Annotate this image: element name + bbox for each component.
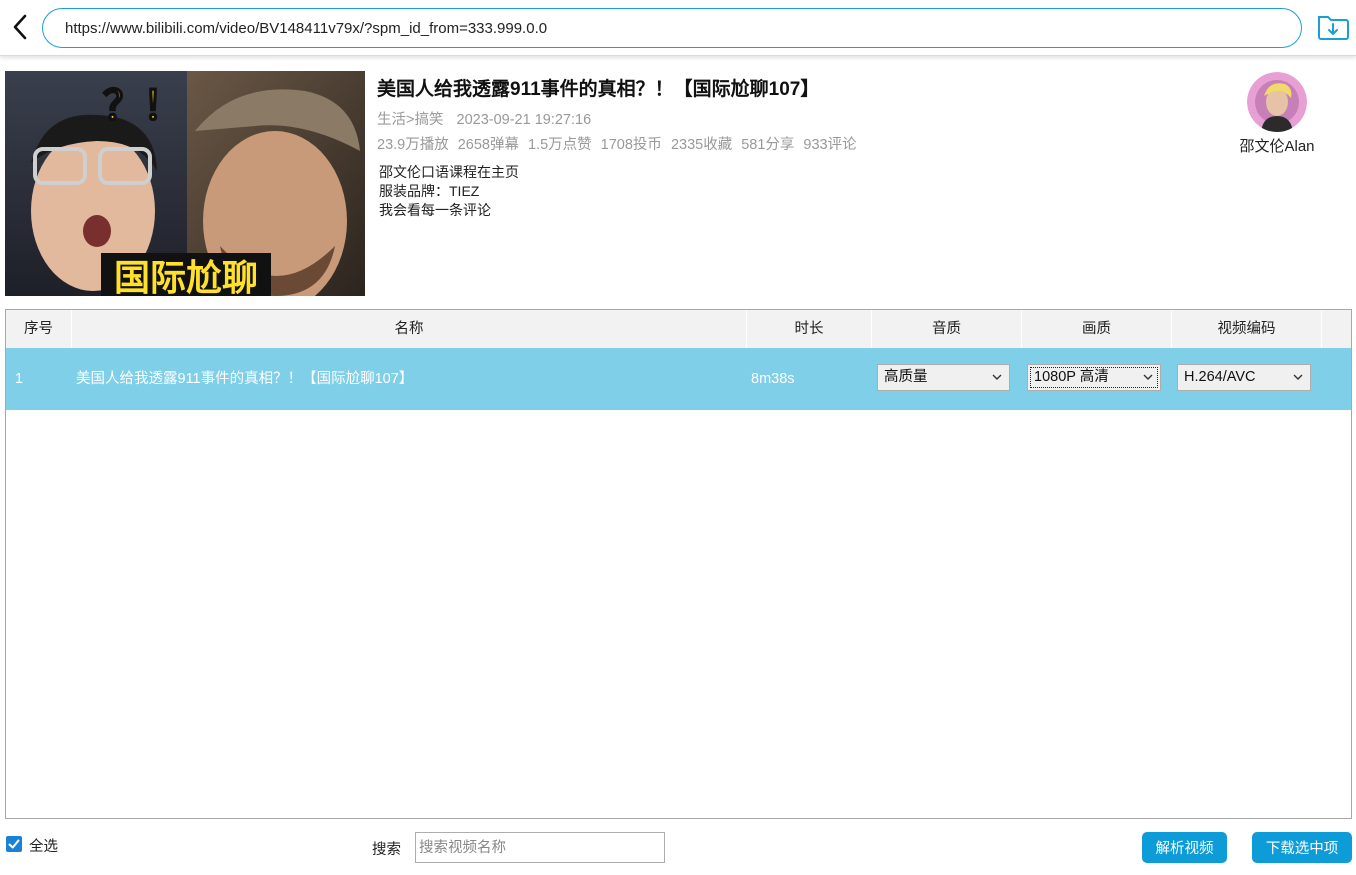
stat-views: 23.9万播放 xyxy=(377,137,449,153)
description-line: 服装品牌：TIEZ xyxy=(379,183,480,199)
column-header-index[interactable]: 序号 xyxy=(6,310,72,348)
address-bar xyxy=(0,0,1356,56)
stat-danmaku: 2658弹幕 xyxy=(457,137,519,153)
avatar[interactable] xyxy=(1247,72,1307,132)
video-category: 生活>搞笑 xyxy=(377,112,444,128)
focus-ring xyxy=(1030,367,1158,388)
download-folder-icon[interactable] xyxy=(1316,12,1350,42)
video-description: 邵文伦口语课程在主页 服装品牌：TIEZ 我会看每一条评论 xyxy=(377,163,1197,220)
download-selected-button[interactable]: 下载选中项 xyxy=(1252,832,1352,863)
description-line: 我会看每一条评论 xyxy=(379,202,491,218)
parse-video-button[interactable]: 解析视频 xyxy=(1142,832,1227,863)
thumbnail-marks: ？！ xyxy=(103,84,183,128)
description-line: 邵文伦口语课程在主页 xyxy=(379,164,519,180)
back-icon[interactable] xyxy=(8,12,32,42)
codec-value: H.264/AVC xyxy=(1184,369,1256,385)
row-index: 1 xyxy=(15,371,24,387)
chevron-down-icon xyxy=(992,365,1002,390)
url-input[interactable] xyxy=(42,8,1302,48)
stat-shares: 581分享 xyxy=(741,137,795,153)
row-name: 美国人给我透露911事件的真相？！【国际尬聊107】 xyxy=(76,371,414,387)
uploader-name[interactable]: 邵文伦Alan xyxy=(1230,135,1324,156)
column-header-codec[interactable]: 视频编码 xyxy=(1172,310,1322,348)
uploader[interactable]: 邵文伦Alan xyxy=(1230,72,1324,156)
video-stats: 23.9万播放 2658弹幕 1.5万点赞 1708投币 2335收藏 581分享 933评… xyxy=(377,133,1197,158)
video-thumbnail: ？！ 国际尬聊 xyxy=(5,71,365,296)
checkmark-icon xyxy=(8,839,20,849)
video-info: 美国人给我透露911事件的真相？！【国际尬聊107】 生活>搞笑 2023-09… xyxy=(377,76,1197,220)
select-all-checkbox[interactable] xyxy=(6,836,22,852)
table-row[interactable]: 1 美国人给我透露911事件的真相？！【国际尬聊107】 8m38s 高质量 1… xyxy=(6,348,1351,410)
stat-coins: 1708投币 xyxy=(600,137,662,153)
video-title: 美国人给我透露911事件的真相？！【国际尬聊107】 xyxy=(377,79,820,100)
audio-quality-select[interactable]: 高质量 xyxy=(877,364,1010,391)
row-duration: 8m38s xyxy=(751,371,795,387)
stat-likes: 1.5万点赞 xyxy=(528,137,592,153)
video-meta: 生活>搞笑 2023-09-21 19:27:16 xyxy=(377,108,1197,133)
chevron-down-icon xyxy=(1293,365,1303,390)
search-input[interactable] xyxy=(415,832,665,863)
audio-quality-value: 高质量 xyxy=(884,369,928,385)
stat-comments: 933评论 xyxy=(803,137,857,153)
video-quality-select[interactable]: 1080P 高清 xyxy=(1027,364,1161,391)
column-header-duration[interactable]: 时长 xyxy=(747,310,872,348)
chevron-down-icon xyxy=(1143,365,1153,390)
table-header: 序号 名称 时长 音质 画质 视频编码 xyxy=(6,310,1351,348)
search-label: 搜索 xyxy=(372,842,401,858)
column-header-name[interactable]: 名称 xyxy=(72,310,747,348)
publish-time: 2023-09-21 19:27:16 xyxy=(456,112,592,128)
select-all-label[interactable]: 全选 xyxy=(29,835,58,856)
video-list-table: 序号 名称 时长 音质 画质 视频编码 1 美国人给我透露911事件的真相？！【… xyxy=(5,309,1352,819)
column-header-video-quality[interactable]: 画质 xyxy=(1022,310,1172,348)
column-header-audio[interactable]: 音质 xyxy=(872,310,1022,348)
codec-select[interactable]: H.264/AVC xyxy=(1177,364,1311,391)
stat-favorites: 2335收藏 xyxy=(670,137,733,153)
thumbnail-caption: 国际尬聊 xyxy=(114,258,258,296)
